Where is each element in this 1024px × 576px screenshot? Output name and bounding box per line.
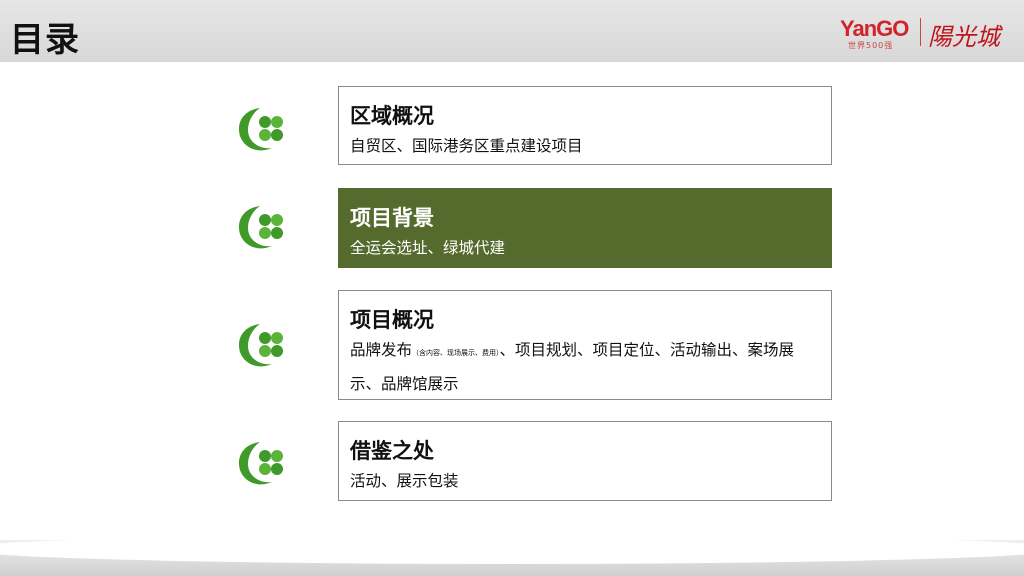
logo-english: YanGO: [840, 16, 909, 41]
section-title: 项目概况: [350, 308, 434, 332]
footer-curve: [0, 534, 1024, 564]
section-card-1[interactable]: 区域概况 自贸区、国际港务区重点建设项目: [338, 86, 832, 165]
section-desc: 自贸区、国际港务区重点建设项目: [350, 137, 583, 155]
clover-leaf-icon: [238, 206, 283, 249]
logo-divider: [920, 18, 921, 46]
clover-leaf-icon: [238, 442, 283, 485]
section-title: 项目背景: [350, 206, 434, 230]
brand-logo: YanGO 世界500强 陽光城: [840, 16, 1000, 51]
section-desc: 活动、展示包装: [350, 472, 459, 490]
section-card-2[interactable]: 项目背景 全运会选址、绿城代建: [338, 188, 832, 268]
logo-chinese: 陽光城: [928, 23, 1000, 51]
clover-leaf-icon: [238, 324, 283, 367]
logo-tagline: 世界500强: [848, 41, 894, 50]
section-title: 区域概况: [350, 104, 434, 128]
page-title: 目录: [10, 20, 80, 60]
desc-part-1: 品牌发布: [350, 341, 413, 359]
section-desc: 品牌发布（含内容、现场展示、费用）、项目规划、项目定位、活动输出、案场展示、品牌…: [350, 335, 821, 400]
section-card-3[interactable]: 项目概况 品牌发布（含内容、现场展示、费用）、项目规划、项目定位、活动输出、案场…: [338, 290, 832, 400]
clover-leaf-icon: [238, 108, 283, 151]
header-bar: 目录 YanGO 世界500强 陽光城: [0, 0, 1024, 62]
desc-note: （含内容、现场展示、费用）: [412, 349, 500, 357]
section-title: 借鉴之处: [350, 439, 434, 463]
section-desc: 全运会选址、绿城代建: [350, 239, 506, 257]
section-card-4[interactable]: 借鉴之处 活动、展示包装: [338, 421, 832, 501]
